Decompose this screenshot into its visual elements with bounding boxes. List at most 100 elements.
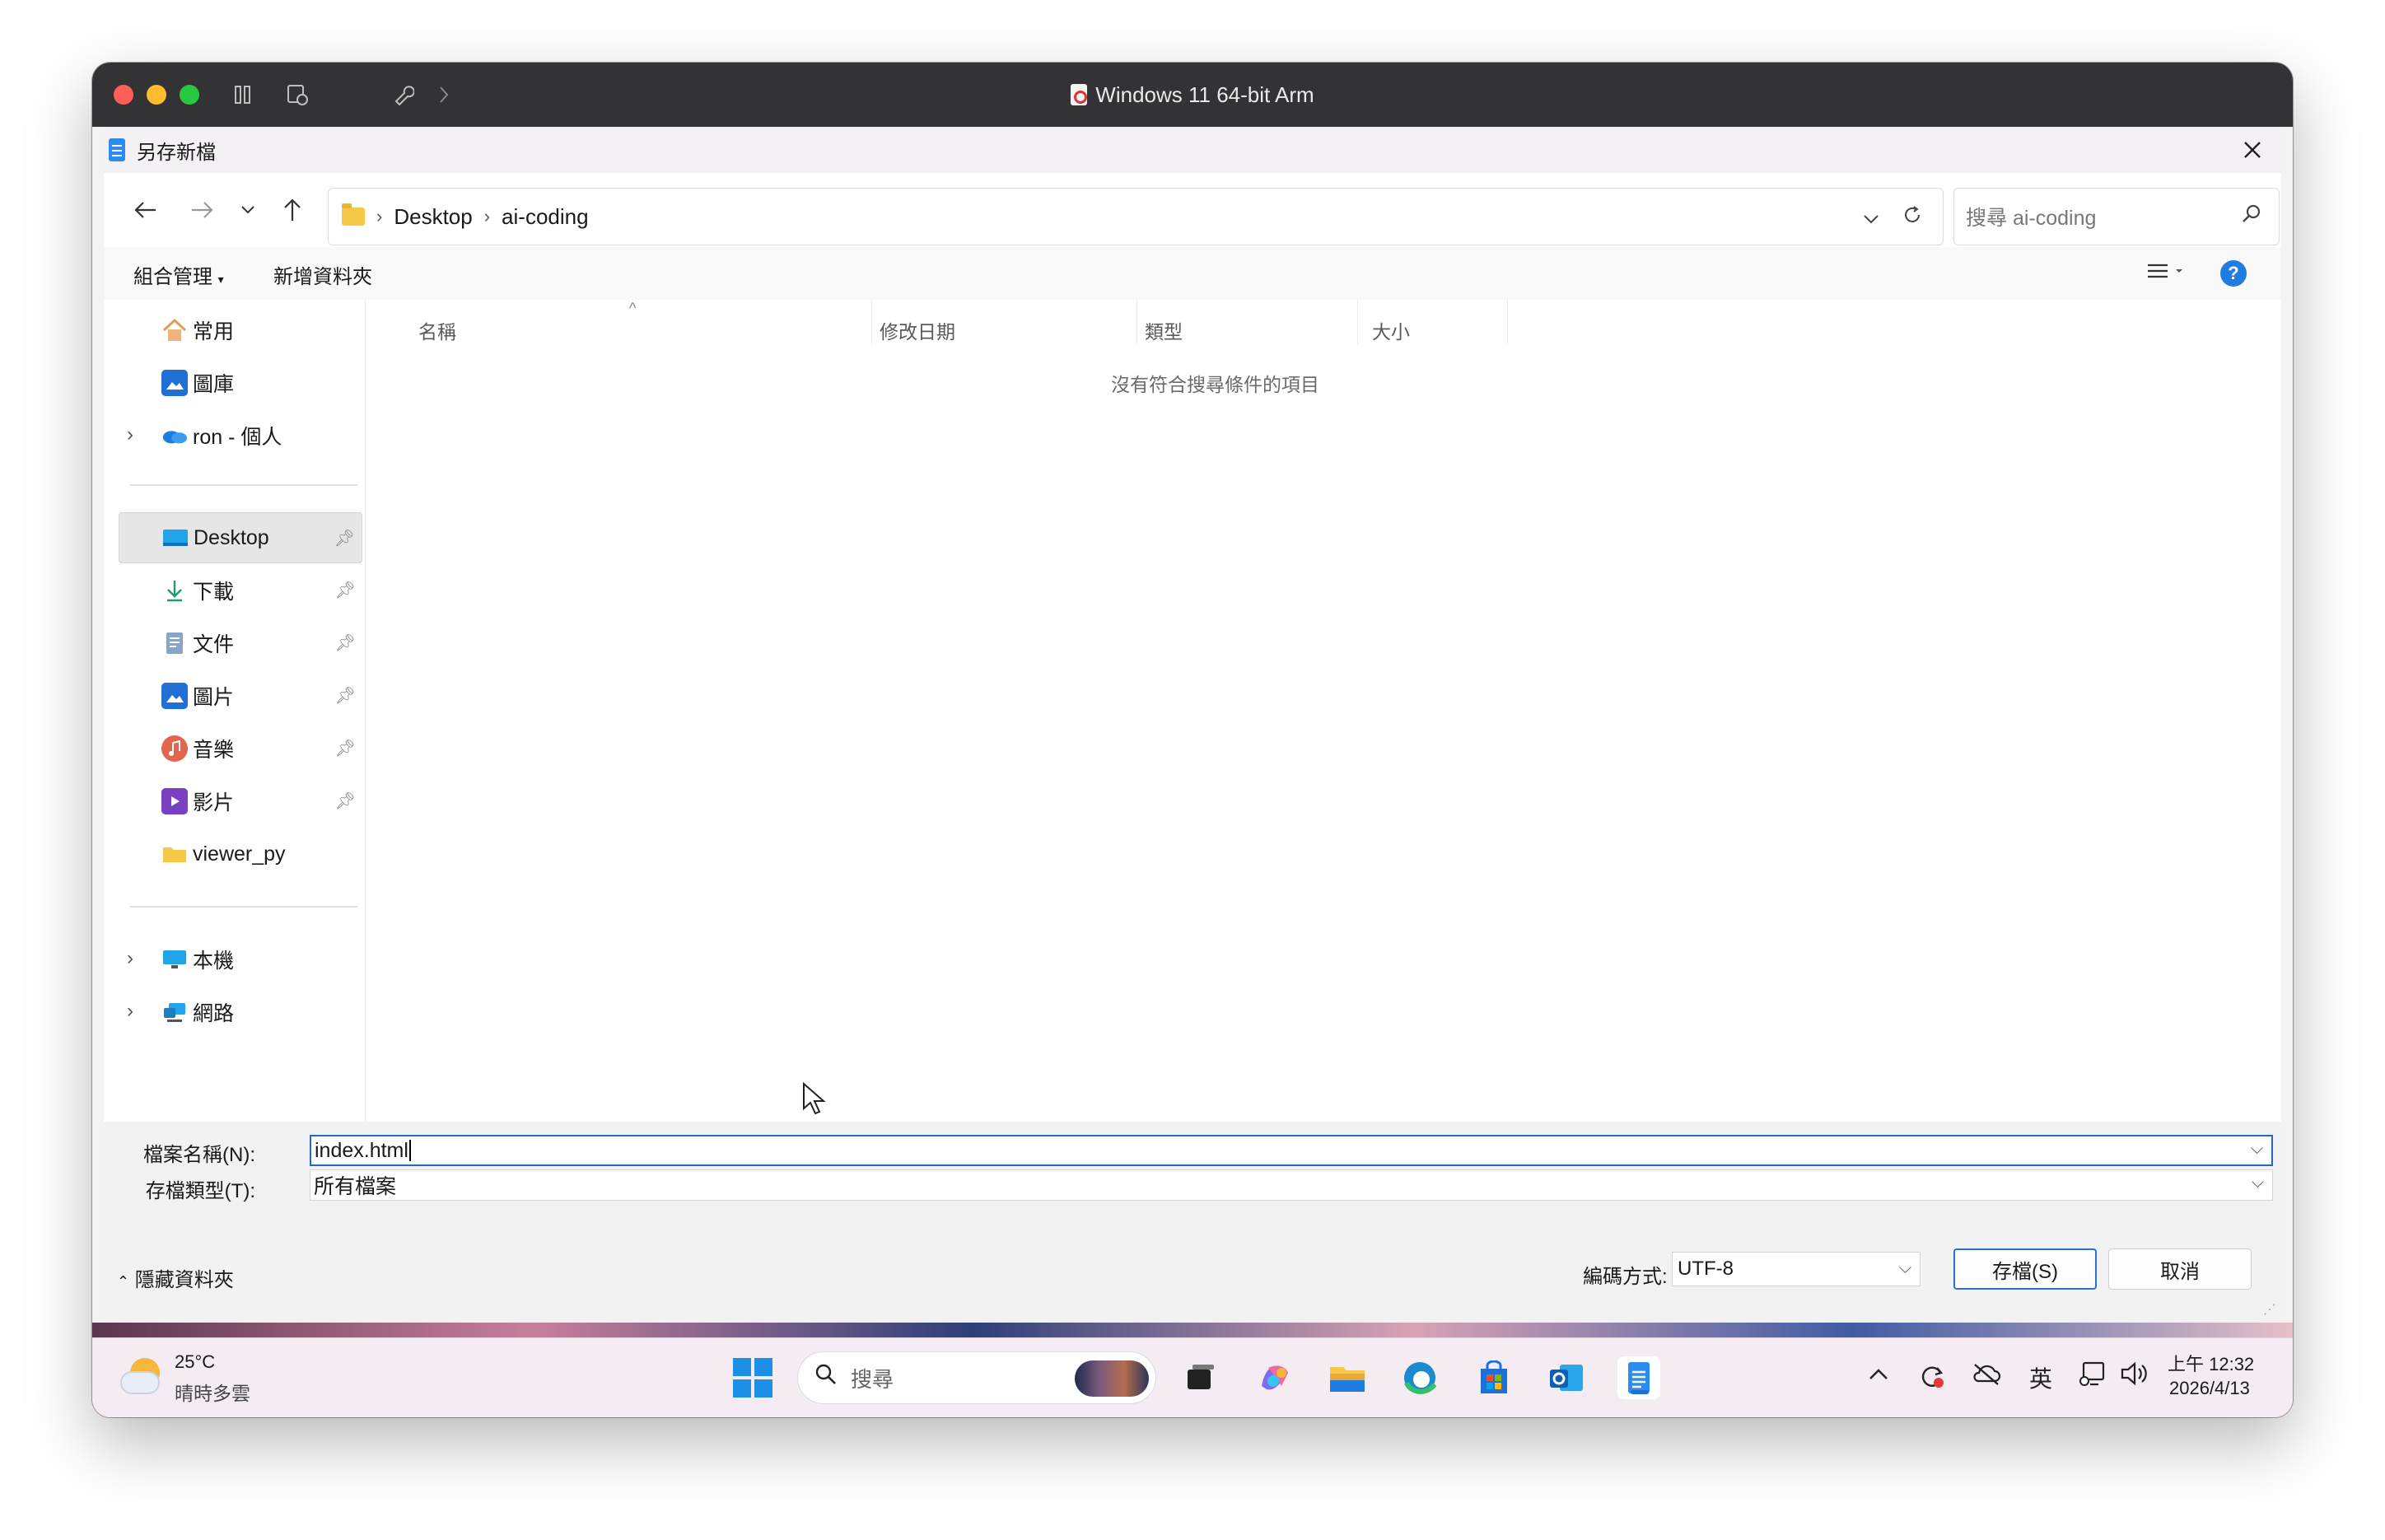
mac-window-title-text: Windows 11 64-bit Arm — [1095, 82, 1314, 107]
dialog-footer: ⌃ 隱藏資料夾 編碼方式: UTF-8 ⌵ 存檔(S) 取消 ⋰ — [104, 1217, 2281, 1323]
new-folder-button[interactable]: 新增資料夾 — [273, 260, 372, 289]
notepad-taskbar-icon[interactable] — [1617, 1356, 1660, 1399]
forward-button[interactable] — [183, 191, 221, 229]
nav-item-music[interactable]: 音樂 📌︎ — [119, 723, 362, 774]
ime-indicator[interactable]: 英 — [2029, 1361, 2052, 1394]
file-list[interactable]: ^ 名稱 修改日期 類型 大小 沒有符合搜尋條件的項目 — [366, 300, 2281, 1122]
resize-grip-icon[interactable]: ⋰ — [2263, 1301, 2276, 1318]
search-highlight-image[interactable] — [1075, 1360, 1149, 1397]
column-header-name[interactable]: 名稱 — [418, 316, 456, 344]
column-header-type[interactable]: 類型 — [1145, 316, 1183, 344]
nav-item-home[interactable]: 常用 — [119, 305, 362, 356]
nav-item-videos[interactable]: 影片 📌︎ — [119, 776, 362, 827]
help-icon[interactable]: ? — [2220, 260, 2247, 287]
organize-button[interactable]: 組合管理 ▾ — [133, 260, 224, 289]
nav-item-downloads[interactable]: 下載 📌︎ — [119, 565, 362, 616]
breadcrumb-ai-coding[interactable]: ai-coding — [502, 204, 589, 230]
search-icon — [814, 1363, 838, 1393]
videos-icon — [161, 788, 188, 814]
nav-item-desktop[interactable]: Desktop 📌︎ — [119, 512, 362, 563]
folder-icon — [342, 203, 365, 226]
outlook-icon[interactable] — [1545, 1356, 1588, 1399]
column-divider[interactable] — [1136, 300, 1137, 344]
column-header-date[interactable]: 修改日期 — [880, 316, 955, 344]
back-button[interactable] — [127, 191, 165, 229]
view-options-icon[interactable] — [2146, 259, 2182, 290]
nav-item-pictures[interactable]: 圖片 📌︎ — [119, 670, 362, 721]
dialog-close-button[interactable] — [2233, 132, 2271, 168]
column-divider[interactable] — [1357, 300, 1358, 344]
expand-chevron-icon[interactable]: › — [127, 947, 133, 970]
copilot-icon[interactable] — [1253, 1356, 1296, 1399]
column-divider[interactable] — [1507, 300, 1508, 344]
address-bar[interactable]: › Desktop › ai-coding — [328, 188, 1944, 245]
vm-document-icon — [1071, 84, 1088, 105]
nav-item-network[interactable]: › 網路 — [119, 987, 362, 1038]
expand-chevron-icon[interactable]: › — [127, 1000, 133, 1023]
nav-item-label: 網路 — [193, 1002, 235, 1025]
nav-item-this-pc[interactable]: › 本機 — [119, 934, 362, 985]
file-fields: 檔案名稱(N): index.html ⌵ 存檔類型(T): 所有檔案 ⌵ — [104, 1122, 2281, 1217]
pin-icon[interactable]: 📌︎ — [335, 791, 356, 811]
weather-description[interactable]: 晴時多雲 — [175, 1378, 250, 1406]
hide-folders-toggle[interactable]: ⌃ 隱藏資料夾 — [117, 1263, 234, 1292]
up-button[interactable] — [273, 191, 311, 229]
weather-icon[interactable] — [122, 1355, 165, 1398]
encoding-dropdown-icon[interactable]: ⌵ — [1899, 1259, 1911, 1278]
cloud-offline-icon[interactable] — [1972, 1361, 2001, 1392]
windows-taskbar: 25°C 晴時多雲 搜尋 英 上午 12:32 2026/4/13 — [92, 1337, 2293, 1417]
vm-window: Windows 11 64-bit Arm 另存新檔 › Desktop › a… — [92, 63, 2293, 1417]
encoding-select[interactable]: UTF-8 ⌵ — [1672, 1252, 1921, 1286]
nav-item-documents[interactable]: 文件 📌︎ — [119, 618, 362, 669]
column-header-size[interactable]: 大小 — [1372, 316, 1410, 344]
encoding-label: 編碼方式: — [1583, 1266, 1668, 1288]
edge-browser-icon[interactable] — [1398, 1356, 1441, 1399]
filetype-dropdown-icon[interactable]: ⌵ — [2252, 1174, 2264, 1192]
taskbar-time[interactable]: 上午 12:32 — [2168, 1350, 2254, 1376]
mouse-cursor-icon — [803, 1082, 826, 1115]
filename-input[interactable]: index.html ⌵ — [310, 1135, 2273, 1166]
pin-icon[interactable]: 📌︎ — [335, 738, 356, 758]
sync-status-icon[interactable] — [1917, 1361, 1947, 1395]
documents-icon — [161, 630, 188, 656]
search-box[interactable]: 搜尋 ai-coding — [1953, 188, 2280, 245]
pin-icon[interactable]: 📌︎ — [335, 632, 356, 653]
nav-item-viewer-py[interactable]: viewer_py — [119, 828, 362, 880]
address-dropdown-icon[interactable] — [1862, 205, 1880, 231]
volume-icon[interactable] — [2120, 1361, 2151, 1392]
nav-item-onedrive[interactable]: › ron - 個人 — [119, 410, 362, 461]
breadcrumb-desktop[interactable]: Desktop — [394, 204, 472, 230]
taskbar-search[interactable]: 搜尋 — [797, 1351, 1156, 1404]
nav-item-label: viewer_py — [193, 842, 286, 866]
refresh-icon[interactable] — [1902, 204, 1923, 231]
microsoft-store-icon[interactable] — [1473, 1356, 1515, 1399]
weather-temperature[interactable]: 25°C — [175, 1351, 215, 1373]
taskbar-date[interactable]: 2026/4/13 — [2169, 1378, 2250, 1399]
nav-item-label: 音樂 — [193, 739, 235, 762]
save-button[interactable]: 存檔(S) — [1953, 1248, 2097, 1290]
pin-icon[interactable]: 📌︎ — [335, 685, 356, 706]
filetype-select[interactable]: 所有檔案 ⌵ — [310, 1169, 2273, 1201]
filetype-label: 存檔類型(T): — [145, 1180, 255, 1202]
filename-dropdown-icon[interactable]: ⌵ — [2251, 1140, 2263, 1159]
filetype-value: 所有檔案 — [314, 1175, 397, 1198]
onedrive-icon — [161, 422, 188, 449]
task-view-icon[interactable] — [1179, 1356, 1222, 1399]
column-divider[interactable] — [871, 300, 872, 344]
search-icon[interactable] — [2241, 203, 2262, 231]
breadcrumb-separator-icon: › — [483, 206, 491, 226]
nav-item-gallery[interactable]: 圖庫 — [119, 357, 362, 408]
network-status-icon[interactable] — [2079, 1361, 2108, 1393]
start-button[interactable] — [731, 1356, 774, 1399]
pin-icon[interactable]: 📌︎ — [335, 580, 356, 600]
recent-locations-button[interactable] — [229, 191, 267, 229]
cancel-button[interactable]: 取消 — [2108, 1248, 2252, 1290]
pin-icon[interactable]: 📌︎ — [334, 528, 355, 548]
search-placeholder: 搜尋 ai-coding — [1966, 207, 2097, 230]
show-hidden-icons-chevron-icon[interactable] — [1868, 1361, 1889, 1388]
chevron-up-icon: ⌃ — [117, 1273, 130, 1290]
expand-chevron-icon[interactable]: › — [127, 423, 133, 446]
file-explorer-icon[interactable] — [1326, 1356, 1369, 1399]
command-bar: 組合管理 ▾ 新增資料夾 ? — [104, 247, 2281, 300]
dropdown-caret-icon: ▾ — [217, 273, 224, 286]
